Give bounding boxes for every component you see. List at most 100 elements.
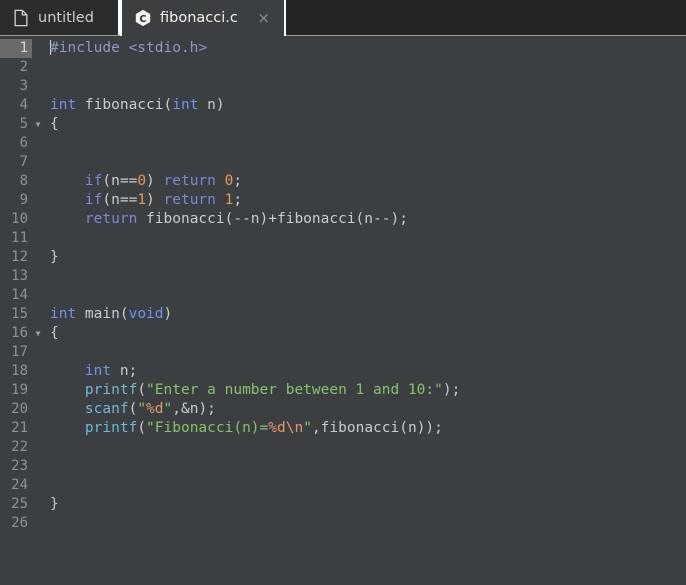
code-token: " xyxy=(137,401,147,417)
code-line[interactable]: 5 ▼ { xyxy=(0,115,686,134)
code-token: return xyxy=(163,173,216,189)
code-line[interactable]: 6 xyxy=(0,134,686,153)
code-line[interactable]: 13 xyxy=(0,267,686,286)
code-line[interactable]: 2 xyxy=(0,58,686,77)
code-token: ( xyxy=(128,401,138,417)
code-token: ,&n); xyxy=(172,401,216,417)
code-line[interactable]: 21 printf("Fibonacci(n)=%d\n",fibonacci(… xyxy=(0,419,686,438)
code-token: "Enter a number between 1 and 10:" xyxy=(146,382,443,398)
code-token: " xyxy=(303,420,312,436)
code-token: ); xyxy=(442,382,461,398)
code-token: ( xyxy=(137,420,147,436)
code-line[interactable]: 15 int main(void) xyxy=(0,305,686,324)
code-line[interactable]: 4 int fibonacci(int n) xyxy=(0,96,686,115)
code-line[interactable]: 3 xyxy=(0,77,686,96)
line-number: 26 xyxy=(11,515,28,531)
tab-label: fibonacci.c xyxy=(160,10,238,26)
code-line[interactable]: 1 #include <stdio.h> xyxy=(0,39,686,58)
close-icon[interactable]: × xyxy=(251,10,270,26)
code-line[interactable]: 11 xyxy=(0,229,686,248)
code-token: printf xyxy=(84,382,138,398)
tab-fibonacci-c[interactable]: Cfibonacci.c × xyxy=(120,0,286,36)
code-token: if xyxy=(84,192,103,208)
code-line[interactable]: 8 if(n==0) return 0; xyxy=(0,172,686,191)
code-line[interactable]: 14 xyxy=(0,286,686,305)
code-line[interactable]: 25} xyxy=(0,495,686,514)
code-area[interactable]: 1 #include <stdio.h> 2 3 4 int fibonacci(int … xyxy=(0,36,686,533)
code-line[interactable]: 10 return fibonacci(--n)+fibonacci(n--); xyxy=(0,210,686,229)
code-token: n) xyxy=(198,97,225,113)
code-line[interactable]: 20 scanf("%d",&n); xyxy=(0,400,686,419)
line-number: 11 xyxy=(11,230,28,246)
code-token: #include xyxy=(50,40,120,56)
tab-untitled[interactable]: untitled xyxy=(0,0,120,36)
fold-arrow-icon[interactable]: ▼ xyxy=(32,324,44,343)
line-number: 7 xyxy=(19,154,28,170)
code-text: { xyxy=(44,324,686,343)
code-token: ) xyxy=(146,173,164,189)
code-line[interactable]: 17 xyxy=(0,343,686,362)
code-line[interactable]: 12} xyxy=(0,248,686,267)
svg-text:C: C xyxy=(140,14,147,25)
code-line[interactable]: 16 ▼ { xyxy=(0,324,686,343)
code-token: (n== xyxy=(102,192,138,208)
code-line[interactable]: 23 xyxy=(0,457,686,476)
code-token: printf xyxy=(84,420,138,436)
code-text: printf("Enter a number between 1 and 10:… xyxy=(44,381,686,400)
tab-label: untitled xyxy=(38,10,94,26)
code-token: ; xyxy=(233,192,243,208)
code-line[interactable]: 24 xyxy=(0,476,686,495)
code-text: int fibonacci(int n) xyxy=(44,96,686,115)
code-text: } xyxy=(44,495,686,514)
code-text: printf("Fibonacci(n)=%d\n",fibonacci(n))… xyxy=(44,419,686,438)
code-token: fibonacci(--n)+fibonacci(n--); xyxy=(137,211,408,227)
code-token: { xyxy=(50,116,59,132)
code-editor[interactable]: 1 #include <stdio.h> 2 3 4 int fibonacci(int … xyxy=(0,36,686,585)
line-number: 10 xyxy=(11,211,28,227)
code-token: scanf xyxy=(84,401,129,417)
code-text: if(n==1) return 1; xyxy=(44,191,686,210)
fold-arrow-icon[interactable]: ▼ xyxy=(32,115,44,134)
code-token: "Fibonacci(n)= xyxy=(146,420,269,436)
code-text: { xyxy=(44,115,686,134)
line-number: 22 xyxy=(11,439,28,455)
code-token: ( xyxy=(137,382,147,398)
line-number: 12 xyxy=(11,249,28,265)
code-token: fibonacci( xyxy=(76,97,173,113)
code-line[interactable]: 18 int n; xyxy=(0,362,686,381)
line-number: 3 xyxy=(19,78,28,94)
code-token: ) xyxy=(146,192,164,208)
code-line[interactable]: 22 xyxy=(0,438,686,457)
code-token: ; xyxy=(233,173,243,189)
code-text: #include <stdio.h> xyxy=(44,39,686,58)
code-line[interactable]: 19 printf("Enter a number between 1 and … xyxy=(0,381,686,400)
line-number: 25 xyxy=(11,496,28,512)
tab-bar: untitled Cfibonacci.c × xyxy=(0,0,686,36)
code-text: } xyxy=(44,248,686,267)
code-line[interactable]: 9 if(n==1) return 1; xyxy=(0,191,686,210)
code-token: n; xyxy=(111,363,138,379)
code-token: \n xyxy=(285,420,304,436)
code-token: int xyxy=(50,306,77,322)
line-number: 23 xyxy=(11,458,28,474)
code-line[interactable]: 26 xyxy=(0,514,686,533)
line-number: 8 xyxy=(19,173,28,189)
line-number: 5 xyxy=(19,116,28,132)
code-line[interactable]: 7 xyxy=(0,153,686,172)
code-token: (n== xyxy=(102,173,138,189)
